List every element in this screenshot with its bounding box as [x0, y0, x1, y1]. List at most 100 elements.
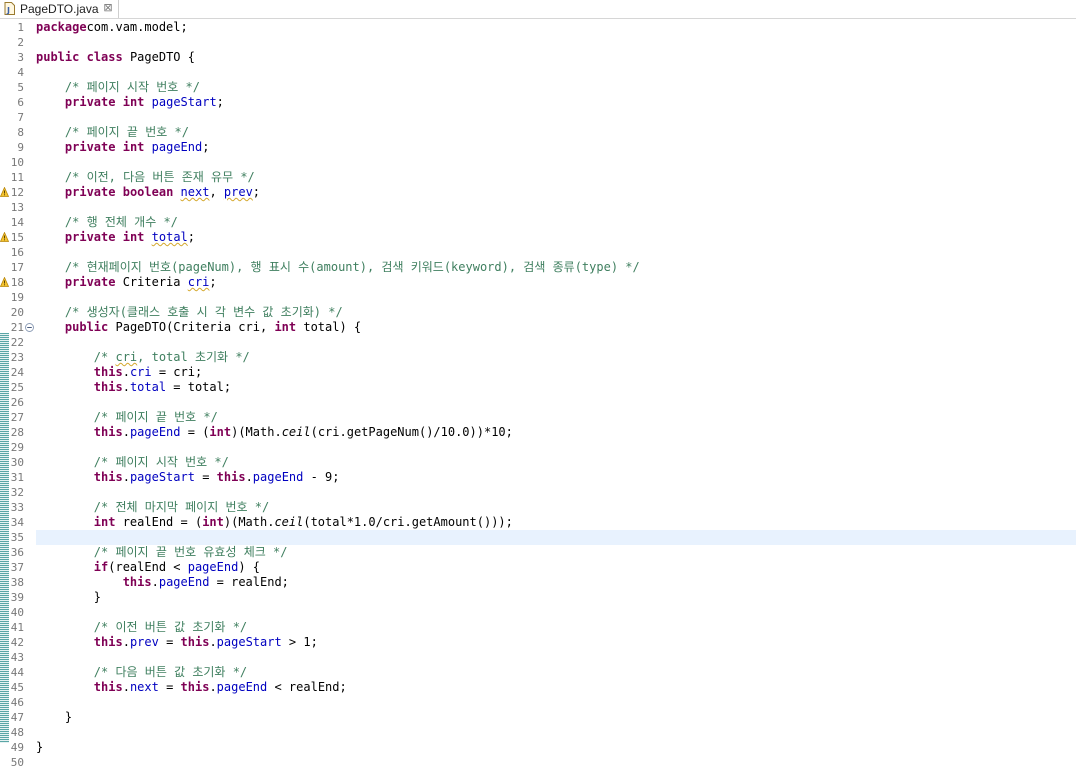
- code-line[interactable]: 42 this.prev = this.pageStart > 1;: [0, 635, 1076, 650]
- code-line[interactable]: 44 /* 다음 버튼 값 초기화 */: [0, 665, 1076, 680]
- code-text: /* 페이지 끝 번호 */: [36, 125, 189, 140]
- code-text: }: [36, 590, 101, 605]
- code-line[interactable]: 28 this.pageEnd = (int)(Math.ceil(cri.ge…: [0, 425, 1076, 440]
- close-icon[interactable]: ⊠: [102, 2, 114, 14]
- code-line[interactable]: 25 this.total = total;: [0, 380, 1076, 395]
- tab-pagedto-java[interactable]: J PageDTO.java ⊠: [0, 0, 119, 18]
- code-line[interactable]: 26: [0, 395, 1076, 410]
- code-line[interactable]: 3 public class PageDTO {: [0, 50, 1076, 65]
- code-line[interactable]: 47 }: [0, 710, 1076, 725]
- code-line[interactable]: 2: [0, 35, 1076, 50]
- code-line[interactable]: 15 private int total;: [0, 230, 1076, 245]
- code-line[interactable]: 21 public PageDTO(Criteria cri, int tota…: [0, 320, 1076, 335]
- line-number: 23: [10, 351, 24, 364]
- code-token: ;: [252, 185, 261, 199]
- code-line[interactable]: 39 }: [0, 590, 1076, 605]
- code-text: private int pageEnd;: [36, 140, 210, 155]
- code-line[interactable]: 22: [0, 335, 1076, 350]
- code-token: = realEnd;: [209, 575, 289, 589]
- code-editor[interactable]: 1 packagecom.vam.model; 2 3 public class Pag…: [0, 20, 1076, 770]
- code-text: private int pageStart;: [36, 95, 224, 110]
- code-line[interactable]: 9 private int pageEnd;: [0, 140, 1076, 155]
- line-number: 25: [10, 381, 24, 394]
- code-text: private Criteria cri;: [36, 275, 217, 290]
- code-line[interactable]: 31 this.pageStart = this.pageEnd - 9;: [0, 470, 1076, 485]
- code-line[interactable]: 17 /* 현재페이지 번호(pageNum), 행 표시 수(amount),…: [0, 260, 1076, 275]
- line-number: 6: [17, 96, 24, 109]
- code-line[interactable]: 46: [0, 695, 1076, 710]
- code-line[interactable]: 34 int realEnd = (int)(Math.ceil(total*1…: [0, 515, 1076, 530]
- field-token: pageEnd: [158, 575, 210, 589]
- line-number: 16: [10, 246, 24, 259]
- code-line[interactable]: 23 /* cri, total 초기화 */: [0, 350, 1076, 365]
- code-line[interactable]: 10: [0, 155, 1076, 170]
- code-token: (realEnd <: [108, 560, 188, 574]
- code-line[interactable]: 38 this.pageEnd = realEnd;: [0, 575, 1076, 590]
- code-token: ;: [187, 230, 195, 244]
- field-token: pageEnd: [187, 560, 239, 574]
- code-token: .: [122, 635, 130, 649]
- code-line[interactable]: 36 /* 페이지 끝 번호 유효성 체크 */: [0, 545, 1076, 560]
- code-line[interactable]: 12 private boolean next, prev;: [0, 185, 1076, 200]
- code-line[interactable]: 49}: [0, 740, 1076, 755]
- code-text: this.next = this.pageEnd < realEnd;: [36, 680, 347, 695]
- code-line[interactable]: 24 this.cri = cri;: [0, 365, 1076, 380]
- line-number: 3: [17, 51, 24, 64]
- code-line[interactable]: 30 /* 페이지 시작 번호 */: [0, 455, 1076, 470]
- code-text: /* 페이지 끝 번호 */: [36, 410, 218, 425]
- code-line[interactable]: 33 /* 전체 마지막 페이지 번호 */: [0, 500, 1076, 515]
- keyword-token: private: [64, 275, 116, 289]
- code-line[interactable]: 4: [0, 65, 1076, 80]
- code-line[interactable]: 5 /* 페이지 시작 번호 */: [0, 80, 1076, 95]
- code-line[interactable]: 1 packagecom.vam.model;: [0, 20, 1076, 35]
- code-line[interactable]: 27 /* 페이지 끝 번호 */: [0, 410, 1076, 425]
- code-line[interactable]: 32: [0, 485, 1076, 500]
- field-token: cri: [129, 365, 152, 379]
- collapse-icon[interactable]: [25, 323, 34, 332]
- code-line[interactable]: 18 private Criteria cri;: [0, 275, 1076, 290]
- code-line[interactable]: 29: [0, 440, 1076, 455]
- code-line[interactable]: 20 /* 생성자(클래스 호출 시 각 변수 값 초기화) */: [0, 305, 1076, 320]
- code-token: .: [122, 380, 130, 394]
- keyword-token: this: [93, 425, 123, 439]
- code-line[interactable]: 13: [0, 200, 1076, 215]
- code-token: (cri.getPageNum()/10.0))*10;: [310, 425, 513, 439]
- code-token: .: [122, 470, 130, 484]
- code-line[interactable]: 14 /* 행 전체 개수 */: [0, 215, 1076, 230]
- code-line[interactable]: 7: [0, 110, 1076, 125]
- code-line[interactable]: 37 if(realEnd < pageEnd) {: [0, 560, 1076, 575]
- code-token: ;: [216, 95, 224, 109]
- code-line[interactable]: 19: [0, 290, 1076, 305]
- line-number: 41: [10, 621, 24, 634]
- code-line[interactable]: 6 private int pageStart;: [0, 95, 1076, 110]
- field-token: total: [129, 380, 167, 394]
- code-line[interactable]: 45 this.next = this.pageEnd < realEnd;: [0, 680, 1076, 695]
- code-line[interactable]: 40: [0, 605, 1076, 620]
- code-line[interactable]: 43: [0, 650, 1076, 665]
- editor-tab-bar: J PageDTO.java ⊠: [0, 0, 1076, 19]
- code-line[interactable]: 16: [0, 245, 1076, 260]
- code-token: =: [158, 680, 181, 694]
- code-token: PageDTO(Criteria cri,: [108, 320, 275, 334]
- keyword-token: private: [64, 230, 116, 244]
- code-text: private int total;: [36, 230, 195, 245]
- code-line[interactable]: 50: [0, 755, 1076, 770]
- code-token: )(Math.: [231, 425, 282, 439]
- code-text: /* 다음 버튼 값 초기화 */: [36, 665, 247, 680]
- code-line[interactable]: 11 /* 이전, 다음 버튼 존재 유무 */: [0, 170, 1076, 185]
- code-line[interactable]: 41 /* 이전 버튼 값 초기화 */: [0, 620, 1076, 635]
- code-line[interactable]: 48: [0, 725, 1076, 740]
- code-text: this.pageEnd = realEnd;: [36, 575, 289, 590]
- code-line[interactable]: 8 /* 페이지 끝 번호 */: [0, 125, 1076, 140]
- comment-token: /* 행 전체 개수 */: [64, 215, 178, 229]
- code-line[interactable]: 35: [11, 530, 1076, 545]
- line-number: 42: [10, 636, 24, 649]
- code-text: /* 페이지 시작 번호 */: [36, 80, 200, 95]
